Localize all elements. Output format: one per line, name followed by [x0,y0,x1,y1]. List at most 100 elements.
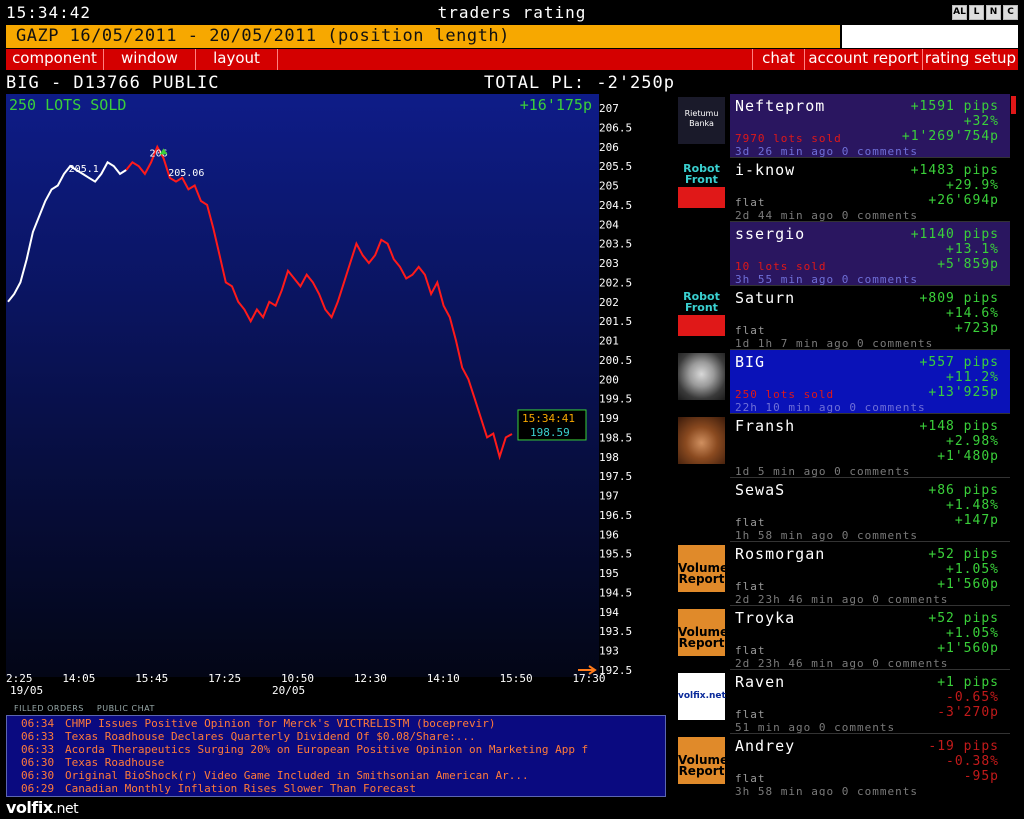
trader-name: Neftеprom [735,97,826,115]
trader-row[interactable]: Rietumu Banka Neftеprom +1591 pips +32% +1'26… [677,94,1010,158]
trader-pl: +1'560p [937,641,999,656]
trader-row[interactable]: Robot Front i-know +1483 pips +29.9% +26'694p… [677,158,1010,222]
window-button-c[interactable]: C [1003,5,1018,20]
trader-pct: +14.6% [946,306,999,321]
trader-pips: +1483 pips [910,163,999,178]
news-item[interactable]: 06:33 Texas Roadhouse Declares Quarterly … [7,730,665,743]
trader-position: flat [735,196,766,209]
y-tick-label: 199 [599,412,619,425]
window-button-al[interactable]: AL [952,5,967,20]
menu-bar: component window layout chat account rep… [6,49,1018,70]
board-title: BIG - D13766 PUBLIC [6,73,220,93]
y-tick-label: 199.5 [599,393,632,406]
tab-public-chat[interactable]: PUBLIC CHAT [97,704,155,713]
x-tick-label: 15:50 [500,672,533,685]
trader-pips: -19 pips [928,739,999,754]
news-feed[interactable]: 06:34 CHMP Issues Positive Opinion for Me… [6,715,666,797]
volume-report-logo: Volume Report [678,545,728,592]
x-tick-label: 15:45 [135,672,168,685]
trader-row[interactable]: Fransh +148 pips +2.98% +1'480p 1d 5 min ago… [677,414,1010,478]
trader-pl: +1'269'754p [901,129,999,144]
menu-window[interactable]: window [104,49,196,70]
volume-report-logo: Volume Report [678,737,728,784]
news-headline: Texas Roadhouse [65,756,165,769]
trader-row[interactable]: SewaS +86 pips +1.48% +147p flat 1h 58 min ag… [677,478,1010,542]
menu-layout[interactable]: layout [196,49,278,70]
trader-row[interactable]: BIG +557 pips +11.2% +13'925p 250 lots sold 2… [677,350,1010,414]
trader-meta: 1d 1h 7 min ago 0 comments [735,337,934,350]
trader-position: flat [735,580,766,593]
instrument-bar[interactable]: GAZP 16/05/2011 - 20/05/2011 (position l… [6,25,840,48]
news-item[interactable]: 06:33 Acorda Therapeutics Surging 20% on … [7,743,665,756]
trader-pips: +52 pips [928,611,999,626]
news-time: 06:34 [21,717,55,730]
news-headline: Canadian Monthly Inflation Rises Slower … [65,782,416,795]
trader-name: Troyka [735,609,796,627]
trader-pips: +52 pips [928,547,999,562]
trader-name: BIG [735,353,766,371]
trader-name: Fransh [735,417,796,435]
window-button-n[interactable]: N [986,5,1001,20]
scrollbar-thumb[interactable] [1011,96,1016,114]
tab-filled-orders[interactable]: FILLED ORDERS [14,704,84,713]
y-tick-label: 198 [599,451,619,464]
y-tick-label: 204.5 [599,199,632,212]
trader-meta: 2d 23h 46 min ago 0 comments [735,593,949,606]
y-axis: 207 206.5 206 205.5 205 204.5 204 203.5 203 202.5… [599,102,632,677]
y-tick-label: 202 [599,296,619,309]
menu-account-report[interactable]: account report [804,49,922,70]
trader-pips: +148 pips [919,419,999,434]
trader-row[interactable]: Volume Report Andrey -19 pips -0.38% -95p flat… [677,734,1010,796]
trader-pl: +13'925p [928,385,999,400]
news-item[interactable]: 06:30 Original BioShock(r) Video Game Inc… [7,769,665,782]
trader-meta: 51 min ago 0 comments [735,721,896,734]
y-tick-label: 203 [599,257,619,270]
trader-position: flat [735,708,766,721]
price-annotation: 205.1 [69,164,99,175]
window-button-l[interactable]: L [969,5,984,20]
trader-meta: 2d 23h 46 min ago 0 comments [735,657,949,670]
trader-pl: +147p [954,513,999,528]
chart-svg[interactable]: 205.1 206 205.06 15:34:41198.59 207 206.5 206… [6,94,666,698]
position-label: 250 LOTS SOLD [9,96,126,114]
trader-name: Andrey [735,737,796,755]
news-time: 06:29 [21,782,55,795]
trader-pct: +29.9% [946,178,999,193]
trader-row[interactable]: volfix.net Raven +1 pips -0.65% -3'270p flat 5… [677,670,1010,734]
menu-chat[interactable]: chat [752,49,804,70]
menu-rating-setup[interactable]: rating setup [922,49,1018,70]
x-tick-label: 12:30 [354,672,387,685]
news-item[interactable]: 06:30 Texas Roadhouse [7,756,665,769]
instrument-input[interactable] [842,25,1018,48]
trader-row[interactable]: ssergio +1140 pips +13.1% +5'859p 10 lots so… [677,222,1010,286]
y-tick-label: 207 [599,102,619,115]
trader-row[interactable]: Volume Report Troyka +52 pips +1.05% +1'560p f… [677,606,1010,670]
trader-row[interactable]: Volume Report Rosmorgan +52 pips +1.05% +1'56… [677,542,1010,606]
y-tick-label: 205 [599,180,619,193]
rietumu-banka-logo: Rietumu Banka [678,97,725,144]
trader-row[interactable]: Robot Front Saturn +809 pips +14.6% +723p flat… [677,286,1010,350]
y-tick-label: 195 [599,567,619,580]
news-item[interactable]: 06:29 Canadian Monthly Inflation Rises Sl… [7,782,665,795]
trader-pct: +13.1% [946,242,999,257]
trader-pct: +2.98% [946,434,999,449]
robot-front-logo: Robot Front [678,161,725,208]
y-tick-label: 193.5 [599,625,632,638]
news-time: 06:30 [21,769,55,782]
menu-component[interactable]: component [6,49,104,70]
einstein-photo [678,353,725,400]
user-photo [678,417,725,464]
y-tick-label: 203.5 [599,238,632,251]
price-chart[interactable]: 205.1 206 205.06 15:34:41 198.59 207 206.5 206… [6,94,666,698]
trader-meta: 1d 5 min ago 0 comments [735,465,911,478]
trader-position: 10 lots sold [735,260,827,273]
traders-rating-list[interactable]: Rietumu Banka Neftеprom +1591 pips +32% +1'26… [677,94,1018,796]
trader-pl: +723p [954,321,999,336]
logo-main: volfix [6,798,53,817]
position-pl: +16'175p [520,96,592,114]
news-item[interactable]: 06:34 CHMP Issues Positive Opinion for Me… [7,717,665,730]
total-pl: TOTAL PL: -2'250p [484,73,675,93]
x-tick-label: 14:10 [427,672,460,685]
y-tick-label: 194 [599,606,619,619]
date-label: 19/05 [10,684,43,697]
